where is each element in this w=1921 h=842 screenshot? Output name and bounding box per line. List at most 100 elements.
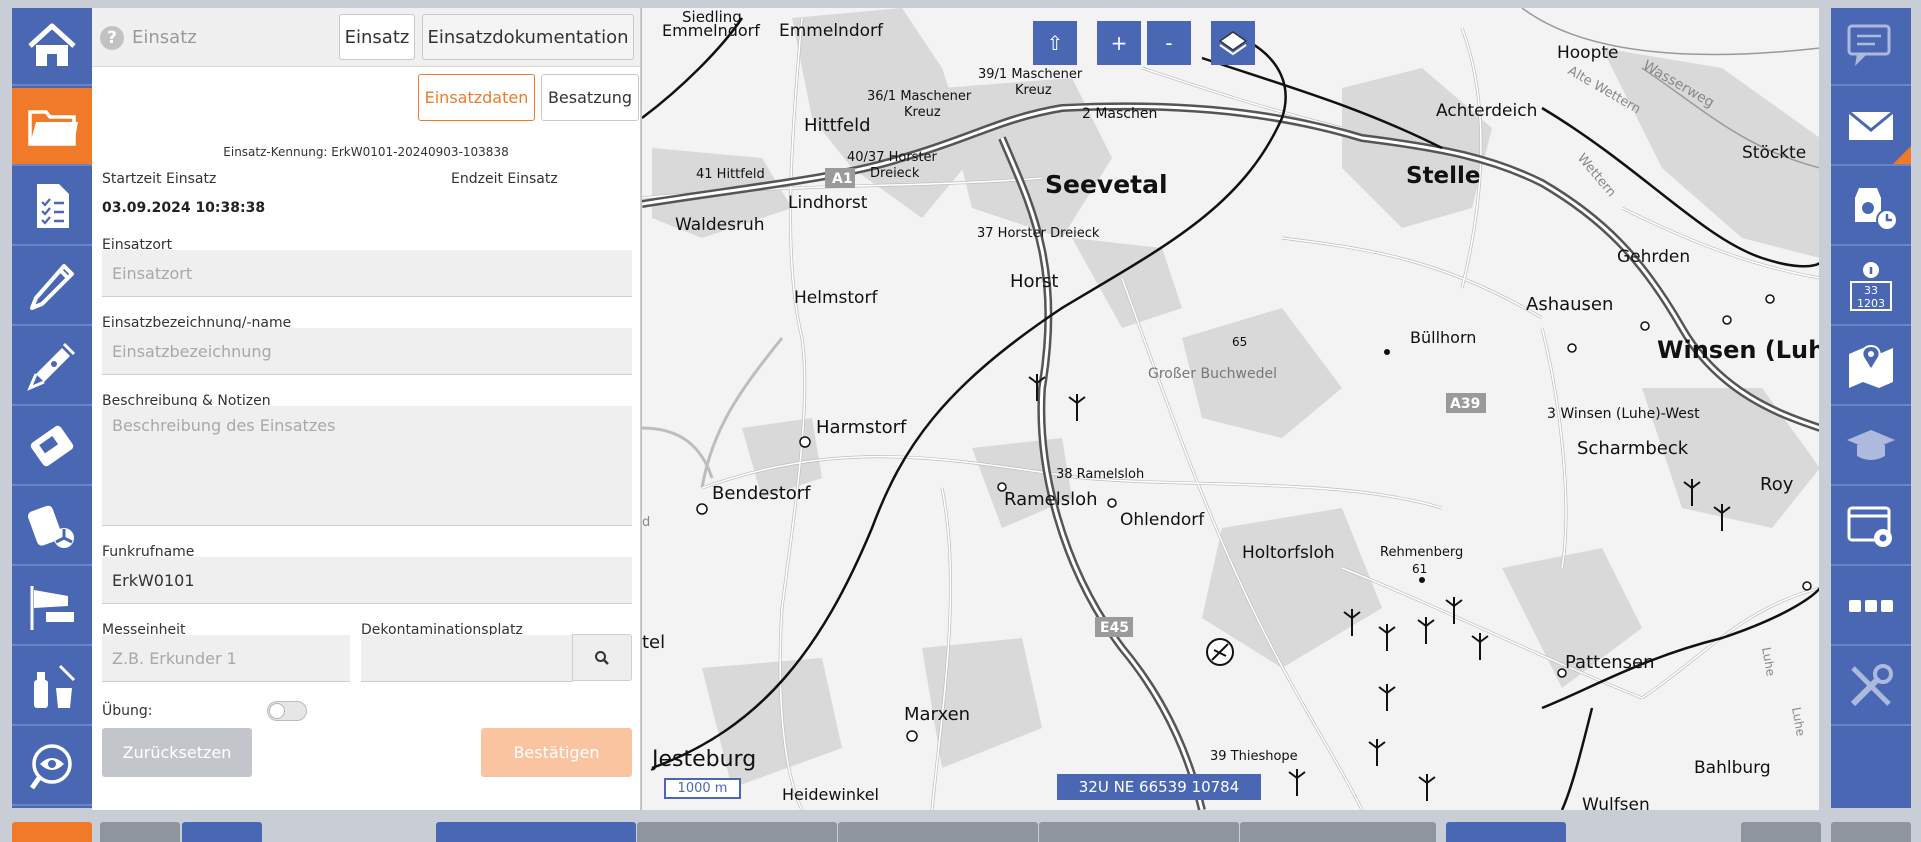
- panel-title: Einsatz: [132, 27, 197, 48]
- map-location-button[interactable]: [1831, 328, 1911, 406]
- measurement-probe-button[interactable]: [12, 328, 92, 406]
- bottom-tab-3[interactable]: [838, 822, 1038, 842]
- mail-notification-indicator: [1893, 146, 1911, 164]
- graduation-cap-icon: [1847, 430, 1895, 460]
- bottom-screenshot-button[interactable]: [1741, 822, 1821, 842]
- map-zoom-out-button[interactable]: -: [1147, 21, 1191, 65]
- bottom-right-button[interactable]: [1831, 822, 1911, 842]
- tools-button[interactable]: [1831, 648, 1911, 726]
- help-icon[interactable]: ?: [100, 26, 124, 50]
- map-label-hittfeld: Hittfeld: [804, 115, 871, 136]
- airfield-marker: [1206, 638, 1234, 666]
- map-coordinate-readout: 32U NE 66539 10784: [1057, 774, 1261, 800]
- einsatz-folder-button[interactable]: [12, 88, 92, 166]
- checklist-icon: [37, 184, 69, 228]
- confirm-button[interactable]: Bestätigen: [481, 728, 632, 777]
- reset-button[interactable]: Zurücksetzen: [102, 728, 252, 777]
- map-layers-button[interactable]: [1211, 21, 1255, 65]
- beschreibung-textarea[interactable]: [102, 406, 632, 526]
- map-zoom-in-button[interactable]: +: [1097, 21, 1141, 65]
- map-label-ramelsloh-38: 38 Ramelsloh: [1056, 467, 1144, 482]
- map-label-grosser-buchwedel: Großer Buchwedel: [1148, 366, 1277, 382]
- bottom-vehicle-button[interactable]: [182, 822, 262, 842]
- map-label-helmstorf: Helmstorf: [794, 288, 878, 308]
- map-label-ramelsloh: Ramelsloh: [1004, 489, 1098, 510]
- funkrufname-input[interactable]: [102, 557, 632, 604]
- home-button[interactable]: [12, 8, 92, 86]
- wind-button[interactable]: [12, 568, 92, 646]
- map-label-stoeckte: Stöckte: [1742, 143, 1806, 163]
- map-label-seevetal: Seevetal: [1045, 170, 1168, 199]
- right-nav-rail: 33 1203: [1831, 8, 1911, 808]
- startzeit-label: Startzeit Einsatz: [102, 171, 217, 187]
- uebung-toggle[interactable]: [267, 701, 307, 721]
- map-label-maschener-361: 36/1 Maschener: [867, 89, 972, 104]
- tab-einsatzdokumentation[interactable]: Einsatzdokumentation: [422, 14, 634, 60]
- chat-icon: [1847, 24, 1891, 66]
- window-gear-icon: [1847, 506, 1892, 547]
- dekon-search-button[interactable]: [572, 634, 632, 681]
- bottom-tab-4[interactable]: [1039, 822, 1239, 842]
- mail-button[interactable]: [1831, 88, 1911, 166]
- map-label-luhe: Luhe: [1759, 646, 1778, 677]
- map-label-bendestorf: Bendestorf: [712, 483, 811, 504]
- bottom-screen-button[interactable]: [100, 822, 180, 842]
- map-label-pattensen: Pattensen: [1565, 652, 1655, 673]
- checklist-button[interactable]: [12, 168, 92, 246]
- map-label-horster-4037-b: Dreieck: [870, 166, 920, 181]
- more-dots-icon: [1849, 600, 1893, 612]
- toggle-knob: [269, 703, 285, 719]
- subtab-besatzung[interactable]: Besatzung: [541, 74, 639, 121]
- map-label-winsen-west: 3 Winsen (Luhe)-West: [1547, 406, 1700, 422]
- map-label-gehrden: Gehrden: [1617, 247, 1690, 267]
- map-label-hittfeld-41: 41 Hittfeld: [696, 167, 765, 182]
- bottom-tab-2[interactable]: [637, 822, 837, 842]
- bottom-tab-1[interactable]: [436, 822, 636, 842]
- search-icon: [595, 650, 609, 665]
- chat-button[interactable]: [1831, 8, 1911, 86]
- map-label-e45: E45: [1100, 620, 1129, 636]
- map-label-emmelndorf-b: Emmelndorf: [779, 21, 884, 41]
- bottom-home-button[interactable]: [1446, 822, 1566, 842]
- svg-text:1203: 1203: [1857, 297, 1885, 310]
- radiation-device-button[interactable]: [12, 488, 92, 566]
- probe-button[interactable]: [12, 248, 92, 326]
- subtab-einsatzdaten[interactable]: Einsatzdaten: [418, 74, 535, 121]
- dekontaminationsplatz-input[interactable]: [361, 635, 573, 682]
- map-label-ashausen: Ashausen: [1526, 294, 1613, 315]
- map-label-emmelndorf-a: Emmelndorf: [662, 21, 760, 40]
- einsatzort-input[interactable]: [102, 250, 632, 297]
- map-label-roy: Roy: [1760, 474, 1794, 495]
- messeinheit-input[interactable]: [102, 635, 350, 682]
- folder-icon: [28, 110, 78, 146]
- bottom-tab-5[interactable]: [1240, 822, 1436, 842]
- map-north-button[interactable]: ⇧: [1033, 21, 1077, 65]
- bottom-orange-button[interactable]: [12, 822, 92, 842]
- training-button[interactable]: [1831, 408, 1911, 486]
- tab-einsatz[interactable]: Einsatz: [339, 14, 415, 60]
- left-nav-rail: [12, 8, 92, 808]
- map-label-d: d: [642, 515, 650, 530]
- endzeit-label: Endzeit Einsatz: [451, 171, 558, 187]
- map-canvas[interactable]: Siedling Emmelndorf Emmelndorf 39/1 Masc…: [642, 8, 1819, 810]
- map-label-harmstorf: Harmstorf: [816, 417, 907, 438]
- map-label-jesteburg: Jesteburg: [650, 747, 756, 772]
- respirator-timer-button[interactable]: [1831, 168, 1911, 246]
- map-label-winsen: Winsen (Luhe: [1657, 336, 1819, 364]
- einsatz-form-panel: ? Einsatz Einsatz Einsatzdokumentation E…: [92, 8, 640, 810]
- map-pin-icon: [1849, 344, 1893, 388]
- handheld-device-icon: [30, 425, 74, 467]
- map-view[interactable]: Siedling Emmelndorf Emmelndorf 39/1 Masc…: [641, 8, 1819, 810]
- map-label-horster-4037: 40/37 Horster: [847, 150, 938, 165]
- map-label-a39: A39: [1450, 396, 1480, 412]
- more-button[interactable]: [1831, 568, 1911, 646]
- map-label-stelle: Stelle: [1406, 163, 1481, 189]
- view-button[interactable]: [12, 728, 92, 806]
- device-button[interactable]: [12, 408, 92, 486]
- app-settings-button[interactable]: [1831, 488, 1911, 566]
- einsatzbezeichnung-input[interactable]: [102, 328, 632, 375]
- map-label-marxen: Marxen: [904, 704, 970, 725]
- info-counter-button[interactable]: 33 1203: [1831, 248, 1911, 326]
- sampling-button[interactable]: [12, 648, 92, 726]
- tools-icon: [1850, 664, 1893, 707]
